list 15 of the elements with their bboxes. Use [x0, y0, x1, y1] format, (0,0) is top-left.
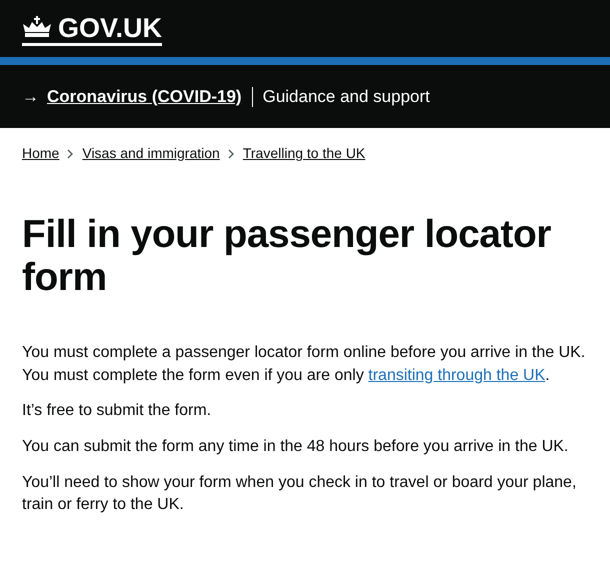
body-paragraph: You must complete a passenger locator form online before you arrive in the UK. You must complete the form even if you are only transiting through the UK. [22, 342, 586, 386]
breadcrumb-link[interactable]: Travelling to the UK [242, 143, 366, 164]
body-paragraph: It’s free to submit the form. [22, 401, 212, 422]
govuk-logo[interactable]: GOV.UK [22, 14, 162, 46]
body-paragraph: You’ll need to show your form when you check in to travel or board your plane, train or ferry to the UK. [22, 472, 578, 516]
banner-text: Guidance and support [262, 86, 430, 108]
body-paragraph: You can submit the form any time in the 48 hours before you arrive in the UK. [22, 436, 570, 457]
chevron-icon [228, 148, 235, 158]
transit-link[interactable]: transiting through the UK [368, 366, 546, 384]
covid-link[interactable]: Coronavirus (COVID-19) [47, 84, 242, 110]
page-title: Fill in your passenger locator form [22, 214, 552, 300]
breadcrumb-link[interactable]: Visas and immigration [82, 143, 220, 164]
arrow-icon: → [22, 84, 39, 110]
breadcrumb-link[interactable]: Home [22, 143, 60, 164]
chevron-icon [67, 148, 74, 158]
